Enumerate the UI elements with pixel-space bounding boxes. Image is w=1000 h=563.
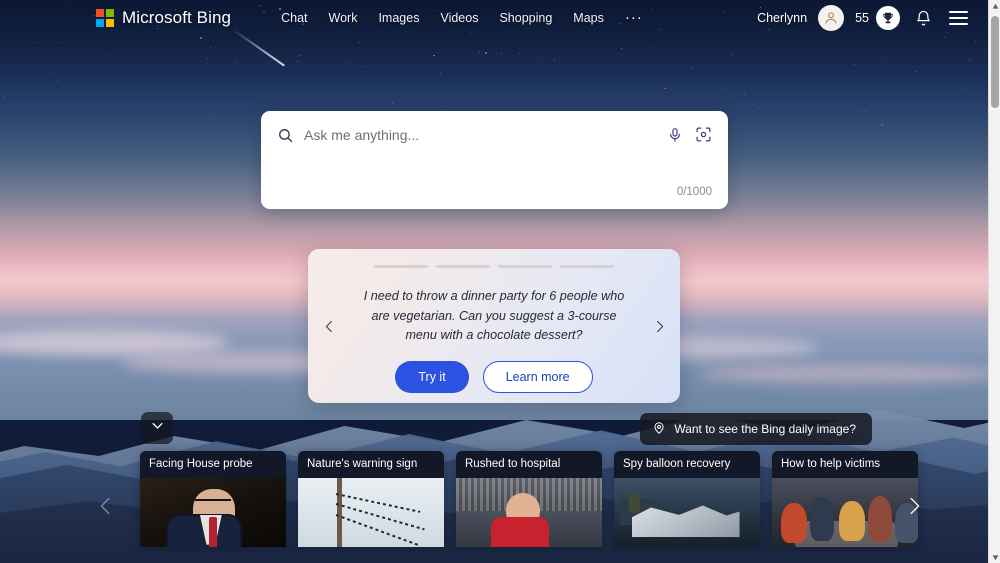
news-card-title: Rushed to hospital [456, 451, 602, 478]
nav-item-chat[interactable]: Chat [281, 11, 307, 25]
trophy-icon [876, 6, 900, 30]
chevron-down-icon [150, 418, 165, 438]
learn-more-button[interactable]: Learn more [482, 360, 593, 393]
microsoft-logo-icon [96, 9, 114, 27]
nav-more-icon[interactable]: ··· [625, 10, 643, 25]
chevron-left-icon [95, 495, 117, 522]
daily-image-pill[interactable]: Want to see the Bing daily image? [640, 413, 872, 445]
scroll-up-arrow-icon[interactable] [989, 0, 1000, 12]
carousel-progress-2[interactable] [436, 265, 490, 268]
news-card[interactable]: Spy balloon recovery [614, 451, 760, 547]
nav-item-images[interactable]: Images [378, 11, 419, 25]
suggestion-prompt-text: I need to throw a dinner party for 6 peo… [363, 289, 625, 343]
news-carousel: Facing House probe Nature's warning sign… [140, 451, 918, 547]
scroll-down-arrow-icon[interactable] [989, 551, 1000, 563]
news-card-title: Facing House probe [140, 451, 286, 478]
news-card-thumbnail [456, 478, 602, 547]
news-card-thumbnail [140, 478, 286, 547]
news-card-thumbnail [614, 478, 760, 547]
news-card[interactable]: How to help victims [772, 451, 918, 547]
search-input[interactable] [304, 125, 657, 145]
bing-homepage: Microsoft Bing Chat Work Images Videos S… [0, 0, 1000, 563]
brand-logo[interactable]: Microsoft Bing [96, 8, 231, 28]
news-card-thumbnail [772, 478, 918, 547]
user-name-label[interactable]: Cherlynn [757, 11, 807, 25]
scrollbar-thumb[interactable] [991, 16, 999, 108]
search-area: 0/1000 [261, 111, 728, 209]
news-card[interactable]: Facing House probe [140, 451, 286, 547]
nav-item-work[interactable]: Work [329, 11, 358, 25]
page-scrollbar[interactable] [988, 0, 1000, 563]
nav-item-shopping[interactable]: Shopping [499, 11, 552, 25]
news-prev-button[interactable] [90, 488, 122, 528]
news-card-title: Spy balloon recovery [614, 451, 760, 478]
nav-item-maps[interactable]: Maps [573, 11, 604, 25]
news-card-title: How to help victims [772, 451, 918, 478]
news-card-title: Nature's warning sign [298, 451, 444, 478]
search-box[interactable]: 0/1000 [261, 111, 728, 209]
search-icon [277, 125, 294, 149]
character-counter: 0/1000 [676, 186, 712, 198]
brand-name-label: Microsoft Bing [122, 8, 232, 27]
news-card[interactable]: Rushed to hospital [456, 451, 602, 547]
carousel-progress-4[interactable] [560, 265, 614, 268]
carousel-next-icon[interactable] [648, 315, 670, 337]
rewards-count-label: 55 [855, 11, 869, 25]
nav-item-videos[interactable]: Videos [440, 11, 478, 25]
chevron-right-icon [903, 495, 925, 522]
suggestion-card-buttons: Try it Learn more [395, 360, 593, 393]
microphone-icon[interactable] [667, 127, 683, 148]
top-header: Microsoft Bing Chat Work Images Videos S… [0, 0, 988, 36]
carousel-progress-3[interactable] [498, 265, 552, 268]
daily-image-pill-label: Want to see the Bing daily image? [674, 422, 856, 436]
carousel-progress-1[interactable] [374, 265, 428, 268]
user-avatar-icon[interactable] [818, 5, 845, 31]
news-card[interactable]: Nature's warning sign [298, 451, 444, 547]
news-next-button[interactable] [898, 488, 930, 528]
header-actions: Cherlynn 55 [757, 5, 970, 31]
expand-feed-button[interactable] [141, 412, 173, 444]
main-nav: Chat Work Images Videos Shopping Maps ··… [281, 10, 643, 25]
bell-icon[interactable] [911, 6, 935, 30]
carousel-progress-indicators [374, 265, 614, 268]
carousel-prev-icon[interactable] [318, 315, 340, 337]
visual-search-icon[interactable] [695, 126, 712, 148]
try-it-button[interactable]: Try it [395, 360, 469, 393]
news-card-thumbnail [298, 478, 444, 547]
search-row [277, 125, 712, 149]
suggestion-carousel-card: I need to throw a dinner party for 6 peo… [308, 249, 680, 403]
location-pin-icon [652, 421, 666, 438]
hamburger-menu-icon[interactable] [946, 6, 970, 30]
search-action-icons [667, 125, 712, 148]
rewards-button[interactable]: 55 [855, 6, 900, 30]
